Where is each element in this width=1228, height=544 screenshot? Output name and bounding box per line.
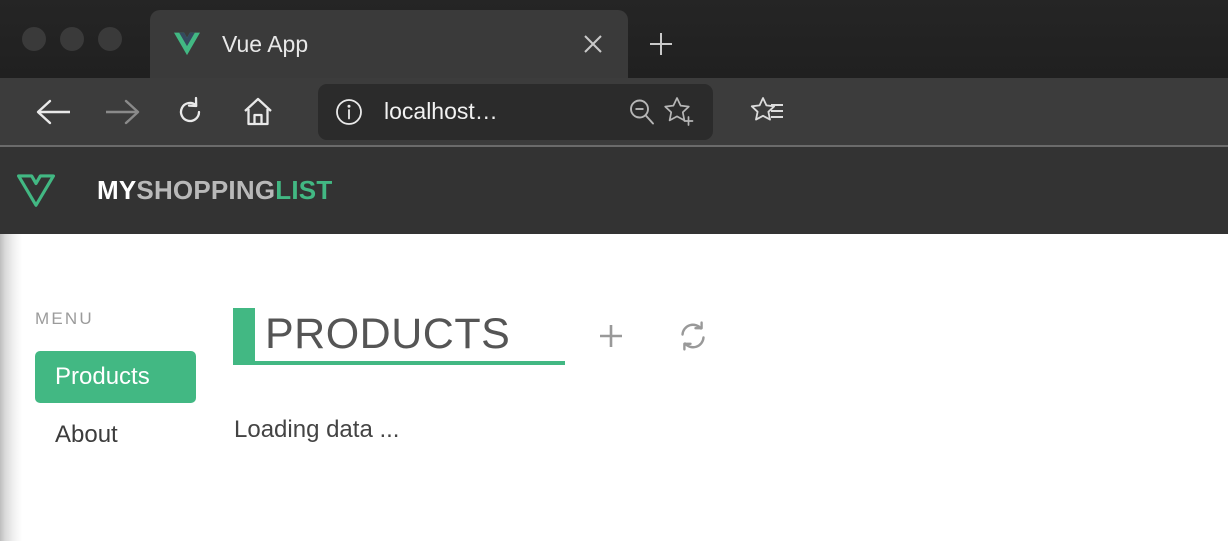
brand-part-list: LIST <box>275 175 333 205</box>
app-header: MYSHOPPINGLIST <box>0 147 1228 234</box>
sidebar: MENU Products About <box>0 234 233 541</box>
refresh-products-button[interactable] <box>673 316 713 356</box>
reload-button[interactable] <box>162 84 218 140</box>
zoom-out-icon[interactable] <box>623 93 661 131</box>
close-icon[interactable] <box>576 27 610 61</box>
page-title-block: PRODUCTS <box>233 307 565 365</box>
page-body: MENU Products About PRODUCTS Loading dat… <box>0 234 1228 541</box>
new-tab-button[interactable] <box>628 10 694 78</box>
home-icon <box>244 97 272 125</box>
refresh-icon <box>681 321 705 351</box>
sidebar-item-about[interactable]: About <box>35 409 196 461</box>
window-maximize-button[interactable] <box>98 27 122 51</box>
plus-icon <box>650 33 672 55</box>
sidebar-item-label: About <box>55 421 118 448</box>
forward-arrow-icon <box>106 99 140 124</box>
reading-list-icon <box>750 96 783 121</box>
reload-icon <box>179 96 201 122</box>
brand-part-shopping: SHOPPING <box>136 175 276 205</box>
back-arrow-icon <box>36 99 70 124</box>
window-minimize-button[interactable] <box>60 27 84 51</box>
plus-icon <box>600 325 622 347</box>
home-button[interactable] <box>230 84 286 140</box>
browser-tab[interactable]: Vue App <box>150 10 628 78</box>
loading-status: Loading data ... <box>234 416 400 443</box>
vue-logo-icon <box>174 32 200 56</box>
address-bar[interactable]: localhost… <box>318 83 713 140</box>
page-title: PRODUCTS <box>265 309 511 358</box>
products-title-row: PRODUCTS <box>233 306 1228 366</box>
add-product-button[interactable] <box>591 316 631 356</box>
window-close-button[interactable] <box>22 27 46 51</box>
window-controls <box>0 0 150 78</box>
forward-button[interactable] <box>94 84 150 140</box>
url-text[interactable]: localhost… <box>384 98 623 125</box>
vue-logo-icon <box>17 173 55 207</box>
sidebar-heading: MENU <box>35 309 94 328</box>
main-content: PRODUCTS Loading data ... <box>233 234 1228 541</box>
star-plus-icon[interactable] <box>661 93 699 131</box>
back-button[interactable] <box>26 84 82 140</box>
app-brand: MYSHOPPINGLIST <box>97 175 332 206</box>
sidebar-item-products[interactable]: Products <box>35 351 196 403</box>
page-viewport: MYSHOPPINGLIST MENU Products About PRODU… <box>0 147 1228 544</box>
browser-window: Vue App localhost… MYSHOPPINGLIST MENU P… <box>0 0 1228 544</box>
tab-title: Vue App <box>222 30 309 57</box>
browser-toolbar: localhost… <box>0 78 1228 147</box>
tab-strip: Vue App <box>0 0 1228 78</box>
brand-part-my: MY <box>97 175 137 205</box>
sidebar-item-label: Products <box>55 363 150 390</box>
info-circle-icon[interactable] <box>332 95 366 129</box>
reading-list-button[interactable] <box>743 87 793 137</box>
